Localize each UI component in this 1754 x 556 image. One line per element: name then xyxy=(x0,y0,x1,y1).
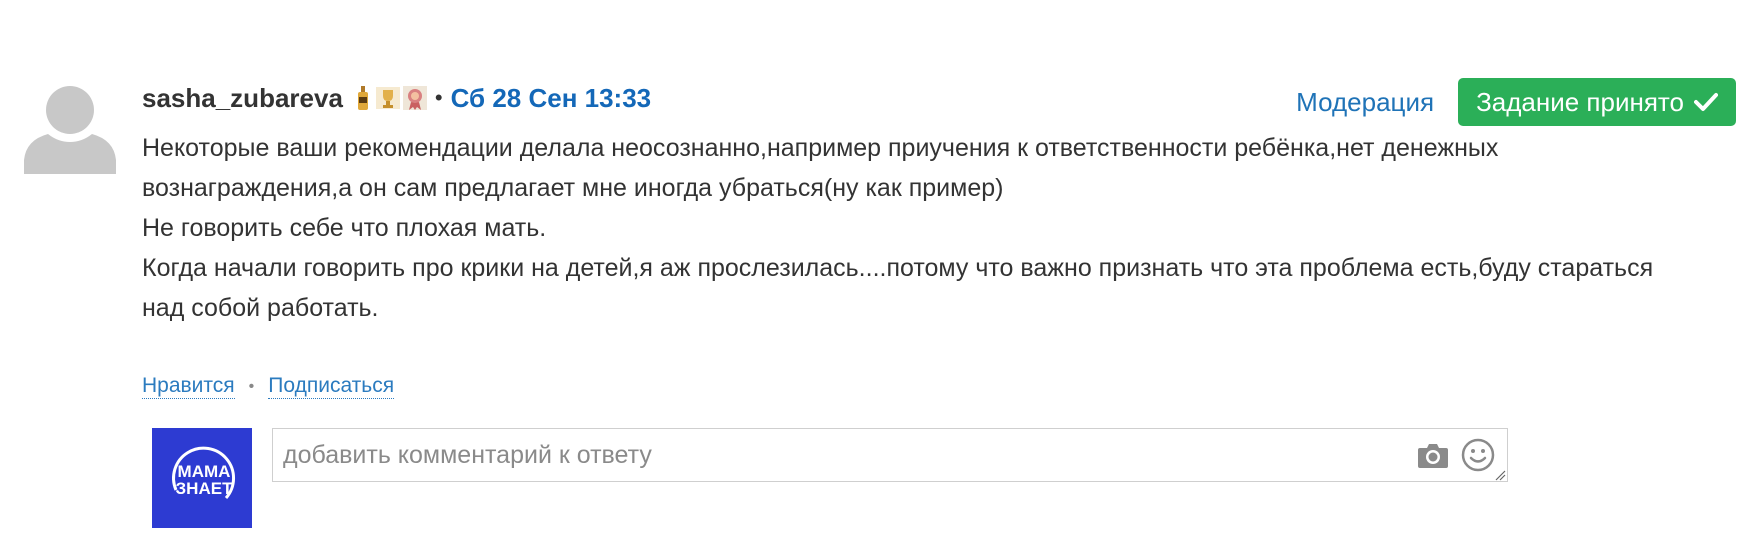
username[interactable]: sasha_zubareva xyxy=(142,83,343,114)
comment-input[interactable] xyxy=(281,429,1401,481)
task-accepted-label: Задание принято xyxy=(1476,86,1684,117)
camera-icon[interactable] xyxy=(1417,441,1449,469)
post-footer: Нравится • Подписаться xyxy=(142,374,395,399)
moderation-link[interactable]: Модерация xyxy=(1296,87,1434,118)
post-header: sasha_zubareva • Сб 28 Сен 13:33 xyxy=(142,80,651,116)
like-link[interactable]: Нравится xyxy=(142,374,235,399)
check-icon xyxy=(1694,92,1718,112)
current-user-avatar: МАМА ЗНАЕТ xyxy=(152,428,252,528)
post-paragraph: Когда начали говорить про крики на детей… xyxy=(142,254,1654,322)
footer-separator: • xyxy=(248,377,255,395)
post-paragraph: Не говорить себе что плохая мать. xyxy=(142,214,547,242)
header-separator: • xyxy=(434,85,443,110)
subscribe-link[interactable]: Подписаться xyxy=(268,374,395,399)
post-body: Некоторые ваши рекомендации делала неосо… xyxy=(142,128,1702,328)
bottle-badge-icon xyxy=(353,84,373,112)
trophy-badge-icon xyxy=(375,84,401,112)
comment-post: sasha_zubareva • Сб 28 Сен 13:33 Модерац… xyxy=(0,0,1754,556)
badges xyxy=(353,84,427,112)
task-accepted-button[interactable]: Задание принято xyxy=(1458,78,1736,126)
post-date[interactable]: Сб 28 Сен 13:33 xyxy=(451,83,652,114)
smile-icon[interactable] xyxy=(1461,438,1495,472)
mama-znaet-logo-icon: МАМА ЗНАЕТ xyxy=(152,428,252,528)
post-paragraph: Некоторые ваши рекомендации делала неосо… xyxy=(142,134,1499,202)
user-silhouette-icon xyxy=(24,86,116,174)
ribbon-badge-icon xyxy=(402,84,427,112)
avatar[interactable] xyxy=(24,82,116,174)
comment-box xyxy=(272,428,1508,482)
post-actions: Модерация Задание принято xyxy=(1296,78,1736,126)
logo-line-2: ЗНАЕТ xyxy=(176,479,234,498)
resize-handle-icon[interactable] xyxy=(1494,468,1506,481)
